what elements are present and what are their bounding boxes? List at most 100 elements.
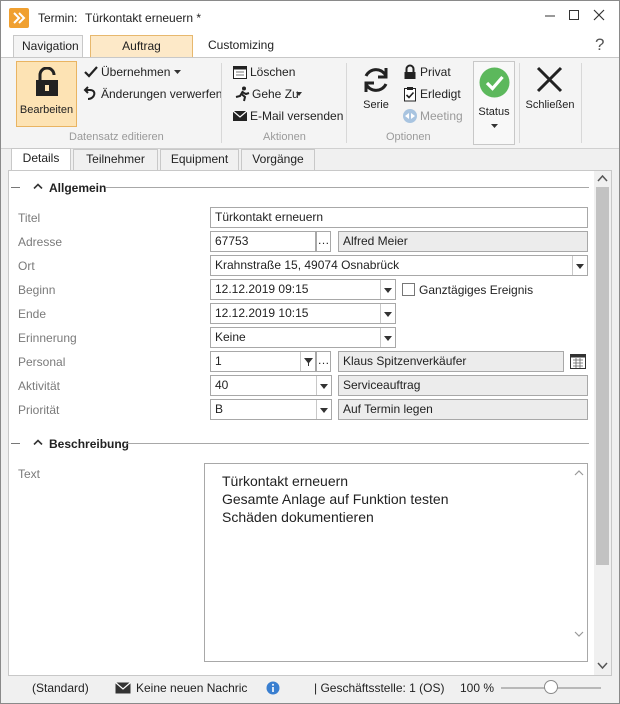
text-line: Schäden dokumentieren	[222, 509, 374, 525]
repeat-icon	[364, 68, 388, 92]
label-prioritaet: Priorität	[18, 403, 60, 417]
tab-customizing[interactable]: Customizing	[200, 35, 282, 58]
gehe-zu-button[interactable]: Gehe Zu	[234, 86, 306, 104]
gehe-zu-label: Gehe Zu	[252, 87, 299, 101]
section-divider	[126, 443, 589, 444]
collapse-caret-icon[interactable]	[33, 439, 43, 445]
tab-equipment[interactable]: Equipment	[160, 149, 239, 170]
unlock-icon	[36, 67, 58, 96]
adresse-name-field: Alfred Meier	[338, 231, 588, 252]
privat-toggle[interactable]: Privat	[402, 64, 452, 82]
aktivitaet-dropdown[interactable]: 40	[210, 375, 332, 396]
schliessen-button[interactable]: Schließen	[524, 64, 576, 124]
bearbeiten-button[interactable]: Bearbeiten	[16, 61, 77, 127]
help-icon[interactable]: ?	[595, 35, 604, 55]
tab-vorgaenge[interactable]: Vorgänge	[241, 149, 315, 170]
textarea-scrollbar[interactable]	[571, 465, 587, 660]
tab-navigation[interactable]: Navigation	[13, 35, 83, 58]
section-dash	[11, 443, 20, 444]
calendar-icon[interactable]	[568, 351, 588, 372]
label-beginn: Beginn	[18, 283, 56, 297]
prioritaet-name-field: Auf Termin legen	[338, 399, 588, 420]
chevron-down-icon[interactable]	[380, 328, 395, 347]
zoom-slider-thumb[interactable]	[544, 680, 558, 694]
ribbon: Bearbeiten Übernehmen Änderungen verwerf…	[1, 57, 619, 149]
erledigt-toggle[interactable]: Erledigt	[402, 86, 461, 104]
tab-details[interactable]: Details	[11, 148, 71, 171]
chevron-down-icon	[491, 124, 498, 128]
personal-name-field: Klaus Spitzenverkäufer	[338, 351, 564, 372]
prioritaet-value: B	[215, 402, 224, 416]
beginn-value: 12.12.2019 09:15	[215, 282, 309, 296]
chevron-down-icon[interactable]	[380, 304, 395, 323]
group-separator	[581, 63, 582, 143]
chevron-down-icon[interactable]	[380, 280, 395, 299]
personal-value: 1	[215, 354, 222, 368]
ganztaegig-checkbox[interactable]	[402, 283, 415, 296]
close-icon	[536, 66, 563, 93]
chevron-down-icon[interactable]	[316, 400, 331, 419]
ende-value: 12.12.2019 10:15	[215, 306, 309, 320]
adresse-lookup-button[interactable]: …	[316, 231, 331, 252]
beschreibung-textarea[interactable]: Türkontakt erneuern Gesamte Anlage auf F…	[204, 463, 588, 662]
ende-datetime[interactable]: 12.12.2019 10:15	[210, 303, 396, 324]
minimize-icon[interactable]	[539, 5, 561, 25]
label-ende: Ende	[18, 307, 47, 321]
erledigt-label: Erledigt	[420, 87, 461, 101]
beginn-datetime[interactable]: 12.12.2019 09:15	[210, 279, 396, 300]
scrollbar-thumb[interactable]	[596, 187, 609, 565]
clipboard-check-icon	[404, 87, 416, 102]
aenderungen-verwerfen-button[interactable]: Änderungen verwerfen	[83, 86, 222, 104]
loeschen-button[interactable]: Löschen	[232, 64, 302, 82]
status-geschaeftsstelle: | Geschäftsstelle: 1 (OS)	[314, 681, 445, 695]
collapse-caret-icon[interactable]	[33, 183, 43, 189]
status-check-icon	[479, 67, 510, 98]
application-window: Termin: Türkontakt erneuern * Navigation…	[0, 0, 620, 704]
personal-lookup-button[interactable]: …	[316, 351, 331, 372]
prioritaet-dropdown[interactable]: B	[210, 399, 332, 420]
tab-auftrag-erstellen[interactable]: Auftrag erstellen	[90, 35, 193, 74]
personal-input[interactable]: 1	[210, 351, 316, 372]
section-divider	[106, 187, 589, 188]
schliessen-label: Schließen	[525, 99, 575, 111]
group-separator	[221, 63, 222, 143]
calendar-delete-icon	[233, 66, 247, 79]
serie-button[interactable]: Serie	[357, 64, 395, 124]
uebernehmen-button[interactable]: Übernehmen	[83, 64, 183, 82]
filter-dropdown-icon[interactable]	[300, 352, 315, 371]
status-nachrichten[interactable]: Keine neuen Nachric	[136, 681, 247, 695]
status-label: Status	[478, 106, 510, 118]
label-erinnerung: Erinnerung	[18, 331, 77, 345]
adresse-input[interactable]: 67753	[210, 231, 316, 252]
group-separator	[519, 63, 520, 143]
undo-icon	[83, 86, 96, 100]
erinnerung-value: Keine	[215, 330, 246, 344]
aktivitaet-name-field: Serviceauftrag	[338, 375, 588, 396]
lock-icon	[404, 64, 416, 79]
label-adresse: Adresse	[18, 235, 63, 249]
window-title: Türkontakt erneuern *	[85, 11, 202, 25]
meeting-button[interactable]: Meeting	[402, 108, 464, 126]
main-scrollbar[interactable]	[594, 171, 611, 675]
tab-teilnehmer[interactable]: Teilnehmer	[73, 149, 158, 170]
text-line: Gesamte Anlage auf Funktion testen	[222, 491, 449, 507]
scroll-down-icon	[597, 662, 608, 670]
app-logo-icon	[9, 8, 29, 28]
erinnerung-dropdown[interactable]: Keine	[210, 327, 396, 348]
verwerfen-label: Änderungen verwerfen	[101, 87, 223, 101]
ort-dropdown[interactable]: Krahnstraße 15, 49074 Osnabrück	[210, 255, 588, 276]
running-person-icon	[235, 86, 250, 102]
status-button[interactable]: Status	[473, 61, 515, 145]
scroll-up-icon	[597, 174, 608, 182]
close-window-icon[interactable]	[588, 5, 610, 25]
chevron-down-icon[interactable]	[572, 256, 587, 275]
label-text: Text	[18, 467, 41, 481]
chevron-down-icon	[296, 92, 302, 96]
ribbon-tab-bar: Navigation Auftrag erstellen Customizing…	[1, 33, 619, 74]
serie-label: Serie	[363, 99, 389, 111]
label-titel: Titel	[18, 211, 41, 225]
titel-input[interactable]: Türkontakt erneuern	[210, 207, 588, 228]
email-versenden-button[interactable]: E-Mail versenden	[232, 108, 343, 126]
chevron-down-icon[interactable]	[316, 376, 331, 395]
maximize-icon[interactable]	[563, 5, 585, 25]
